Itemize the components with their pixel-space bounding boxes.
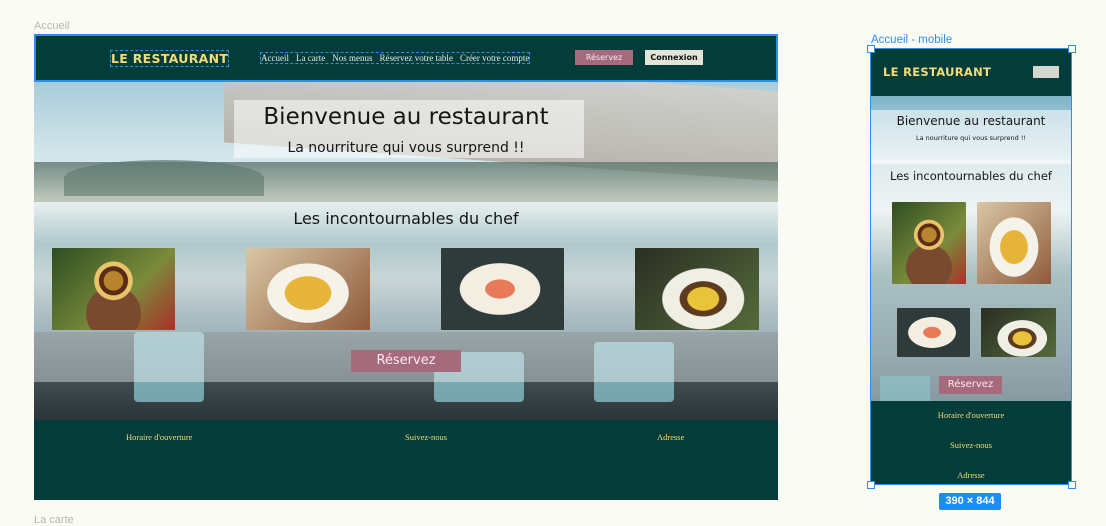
mobile-dish-image-kebab	[981, 308, 1056, 357]
menu-icon[interactable]	[1033, 66, 1059, 78]
frame-label-desktop[interactable]: Accueil	[34, 20, 69, 32]
mobile-reserve-button[interactable]: Réservez	[939, 376, 1002, 394]
footer-follow[interactable]: Suivez-nous	[405, 432, 447, 442]
nav-link-accueil[interactable]: Accueil	[261, 53, 289, 63]
mobile-footer-follow[interactable]: Suivez-nous	[870, 440, 1072, 450]
mobile-brand-logo[interactable]: LE RESTAURANT	[883, 65, 991, 79]
mobile-navbar[interactable]: LE RESTAURANT	[870, 48, 1072, 96]
nav-links: Accueil La carte Nos menus Réservez votr…	[259, 52, 531, 64]
nav-link-reservez-table[interactable]: Réservez votre table	[379, 53, 452, 63]
chef-heading: Les incontournables du chef	[293, 209, 519, 228]
mobile-footer: Horaire d'ouverture Suivez-nous Adresse	[870, 401, 1072, 485]
mobile-frame[interactable]: LE RESTAURANT Bienvenue au restaurant La…	[870, 48, 1072, 485]
mobile-hero-subtitle: La nourriture qui vous surprend !!	[915, 134, 1027, 142]
mobile-chef-heading: Les incontournables du chef	[890, 169, 1052, 183]
dish-image-kebab	[635, 248, 759, 330]
mobile-dish-image-salmon	[897, 308, 970, 357]
nav-link-creer-compte[interactable]: Créer votre compte	[460, 53, 529, 63]
dish-image-pasta	[246, 248, 370, 330]
frame-label-mobile[interactable]: Accueil - mobile	[871, 34, 952, 46]
resize-handle-top-left[interactable]	[867, 45, 875, 53]
hero-title: Bienvenue au restaurant	[263, 104, 549, 130]
nav-link-nos-menus[interactable]: Nos menus	[332, 53, 372, 63]
footer-address[interactable]: Adresse	[657, 432, 684, 442]
mobile-footer-address[interactable]: Adresse	[870, 470, 1072, 480]
mobile-hero-title: Bienvenue au restaurant	[896, 114, 1046, 128]
frame-size-badge: 390 × 844	[939, 493, 1001, 510]
nav-link-la-carte[interactable]: La carte	[296, 53, 325, 63]
resize-handle-bottom-left[interactable]	[867, 481, 875, 489]
dish-image-salmon	[441, 248, 564, 330]
footer-hours[interactable]: Horaire d'ouverture	[126, 432, 192, 442]
hero-reserve-button[interactable]: Réservez	[351, 350, 461, 372]
mobile-dish-image-burger	[892, 202, 966, 284]
login-button[interactable]: Connexion	[645, 50, 703, 65]
resize-handle-top-right[interactable]	[1068, 45, 1076, 53]
hero-subtitle: La nourriture qui vous surprend !!	[287, 140, 525, 156]
nav-reserve-button[interactable]: Réservez	[575, 50, 633, 65]
dish-image-burger	[52, 248, 175, 330]
brand-logo[interactable]: LE RESTAURANT	[109, 50, 230, 67]
resize-handle-bottom-right[interactable]	[1068, 481, 1076, 489]
mobile-dish-image-pasta	[977, 202, 1051, 284]
mobile-footer-hours[interactable]: Horaire d'ouverture	[870, 410, 1072, 420]
desktop-frame[interactable]: LE RESTAURANT Accueil La carte Nos menus…	[34, 34, 778, 500]
frame-label-la-carte[interactable]: La carte	[34, 514, 74, 526]
desktop-navbar[interactable]: LE RESTAURANT Accueil La carte Nos menus…	[34, 34, 778, 82]
desktop-footer: Horaire d'ouverture Suivez-nous Adresse	[34, 420, 778, 500]
